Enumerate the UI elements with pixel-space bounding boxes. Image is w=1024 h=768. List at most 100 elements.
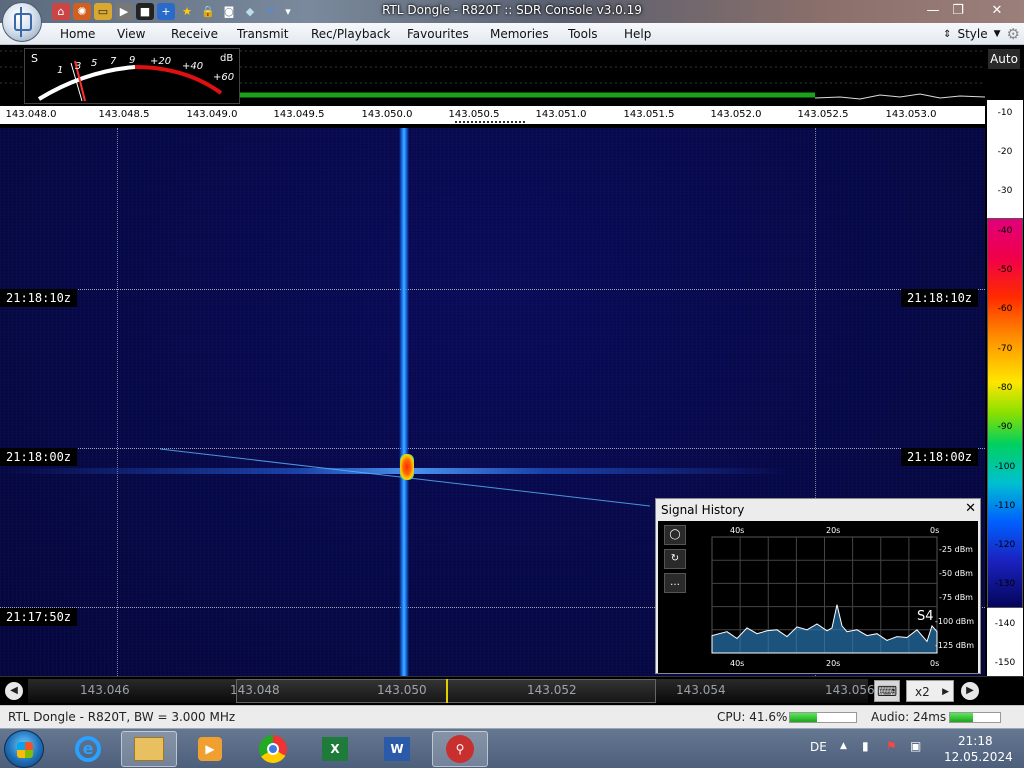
freq-tick: 143.050.0 <box>361 109 413 120</box>
style-label: Style <box>957 27 988 41</box>
legend-label: -20 <box>997 147 1013 157</box>
menu-view[interactable]: View <box>117 27 145 41</box>
smeter-tick: +40 <box>182 61 204 72</box>
tuning-marker <box>446 679 448 703</box>
signal-history-title: Signal History <box>661 503 745 517</box>
app-menu-orb[interactable] <box>2 2 42 42</box>
timestamp-right: 21:18:00z <box>901 448 979 466</box>
freq-tick: 143.049.0 <box>186 109 238 120</box>
ribbon-menu: Home View Receive Transmit Rec/Playback … <box>0 23 1024 45</box>
smeter-tick: +60 <box>213 72 235 83</box>
legend-label: -120 <box>994 540 1016 550</box>
time-label: 20s <box>826 659 841 668</box>
legend-label: -10 <box>997 108 1013 118</box>
freq-tick: 143.056 <box>825 683 875 697</box>
menu-memories[interactable]: Memories <box>490 27 549 41</box>
clock-time[interactable]: 21:18 <box>958 734 993 748</box>
smeter-tick: 9 <box>129 55 136 66</box>
auto-button[interactable]: Auto <box>988 49 1020 69</box>
legend-label: -100 <box>994 462 1016 472</box>
menu-help[interactable]: Help <box>624 27 651 41</box>
volume-icon[interactable]: ▣ <box>910 739 921 753</box>
start-button[interactable] <box>4 730 44 768</box>
timestamp-left: 21:18:10z <box>0 289 78 307</box>
audio-meter-fill <box>950 713 973 722</box>
zoom-selector[interactable]: x2 ▶ <box>906 680 954 702</box>
splitter-handle[interactable] <box>455 121 525 124</box>
scroll-right-icon[interactable]: ▶ <box>961 682 979 700</box>
window-title: RTL Dongle - R820T :: SDR Console v3.0.1… <box>382 3 642 17</box>
network-icon[interactable]: ▮ <box>862 739 869 753</box>
menu-receive[interactable]: Receive <box>171 27 218 41</box>
keyboard-icon[interactable]: ⌨ <box>874 680 900 702</box>
freq-tick: 143.050.5 <box>448 109 500 120</box>
time-label: 0s <box>930 659 940 668</box>
cpu-status: CPU: 41.6% <box>717 710 788 724</box>
freq-tick: 143.051.5 <box>623 109 675 120</box>
db-color-legend: -10 -20 -30 -40 -50 -60 -70 -80 -90 -100… <box>987 100 1023 676</box>
zoom-label: x2 <box>915 685 930 699</box>
time-label: 20s <box>826 526 841 535</box>
db-label: -25 dBm <box>939 545 973 554</box>
scroll-left-icon[interactable]: ◀ <box>5 682 23 700</box>
smeter-tick: 3 <box>75 61 82 72</box>
gear-icon[interactable]: ⚙ <box>1007 25 1020 43</box>
bottom-frequency-scroller: ◀ 143.046 143.048 143.050 143.052 143.05… <box>0 676 1024 704</box>
cpu-meter-fill <box>790 713 818 722</box>
windows-taskbar: e ▶ X W ⚲ DE ▲ ▮ ⚑ ▣ 21:18 12.05.2024 <box>0 728 1024 768</box>
menu-rec-playback[interactable]: Rec/Playback <box>311 27 390 41</box>
menu-home[interactable]: Home <box>60 27 95 41</box>
frequency-scale[interactable]: 143.048.0 143.048.5 143.049.0 143.049.5 … <box>0 106 985 124</box>
menu-transmit[interactable]: Transmit <box>237 27 288 41</box>
smeter-tick: 1 <box>57 65 64 76</box>
legend-label: -130 <box>994 579 1016 589</box>
legend-label: -80 <box>997 383 1013 393</box>
file-explorer-icon[interactable] <box>121 731 177 767</box>
freq-tick: 143.053.0 <box>885 109 937 120</box>
legend-label: -90 <box>997 422 1013 432</box>
chevron-down-icon: ▼ <box>993 29 1001 39</box>
sdr-console-icon[interactable]: ⚲ <box>432 731 488 767</box>
close-icon[interactable]: ✕ <box>965 501 976 516</box>
legend-label: -40 <box>997 226 1013 236</box>
smeter-s-label: S <box>31 52 38 65</box>
language-indicator[interactable]: DE <box>810 740 827 754</box>
freq-tick: 143.054 <box>676 683 726 697</box>
smeter-tick: 7 <box>110 56 117 67</box>
word-icon[interactable]: W <box>369 731 425 767</box>
flag-icon[interactable]: ⚑ <box>886 739 897 753</box>
close-icon[interactable]: ✕ <box>985 1 1009 20</box>
menu-favourites[interactable]: Favourites <box>407 27 469 41</box>
signal-history-chart <box>711 536 938 654</box>
freq-tick: 143.048.5 <box>98 109 150 120</box>
legend-label: -50 <box>997 265 1013 275</box>
freq-tick: 143.048.0 <box>5 109 57 120</box>
internet-explorer-icon[interactable]: e <box>60 731 116 767</box>
windows-logo-icon <box>17 742 33 758</box>
timestamp-right: 21:18:10z <box>901 289 979 307</box>
legend-label: -110 <box>994 501 1016 511</box>
db-label: -125 dBm <box>935 641 975 650</box>
maximize-icon[interactable]: ❐ <box>946 1 970 20</box>
legend-label: -60 <box>997 304 1013 314</box>
legend-label: -140 <box>994 619 1016 629</box>
legend-label: -70 <box>997 344 1013 354</box>
excel-icon[interactable]: X <box>307 731 363 767</box>
signal-peak <box>400 454 414 480</box>
time-label: 40s <box>730 659 745 668</box>
clock-date[interactable]: 12.05.2024 <box>944 750 1013 764</box>
db-label: -75 dBm <box>939 593 973 602</box>
up-down-icon: ⇕ <box>943 28 952 40</box>
minimize-icon[interactable]: — <box>921 1 945 20</box>
style-selector[interactable]: ⇕ Style ▼ ⚙ <box>943 25 1020 43</box>
title-bar: ⌂ ✺ ▭ ▶ ■ + ★ 🔒 ◙ ◆ ↶ ▾ RTL Dongle - R82… <box>0 0 1024 23</box>
chrome-icon[interactable] <box>245 731 301 767</box>
cpu-meter <box>789 712 857 723</box>
show-hidden-icons-icon[interactable]: ▲ <box>840 741 847 751</box>
menu-tools[interactable]: Tools <box>568 27 598 41</box>
freq-tick: 143.052.5 <box>797 109 849 120</box>
signal-history-panel: Signal History ✕ ◯ ↻ … 40s 20s 0s 40s 20… <box>655 498 981 674</box>
spectrum-display[interactable]: S dB 1 3 5 7 9 +20 +40 +60 <box>0 45 985 106</box>
media-player-icon[interactable]: ▶ <box>182 731 238 767</box>
audio-meter <box>949 712 1001 723</box>
